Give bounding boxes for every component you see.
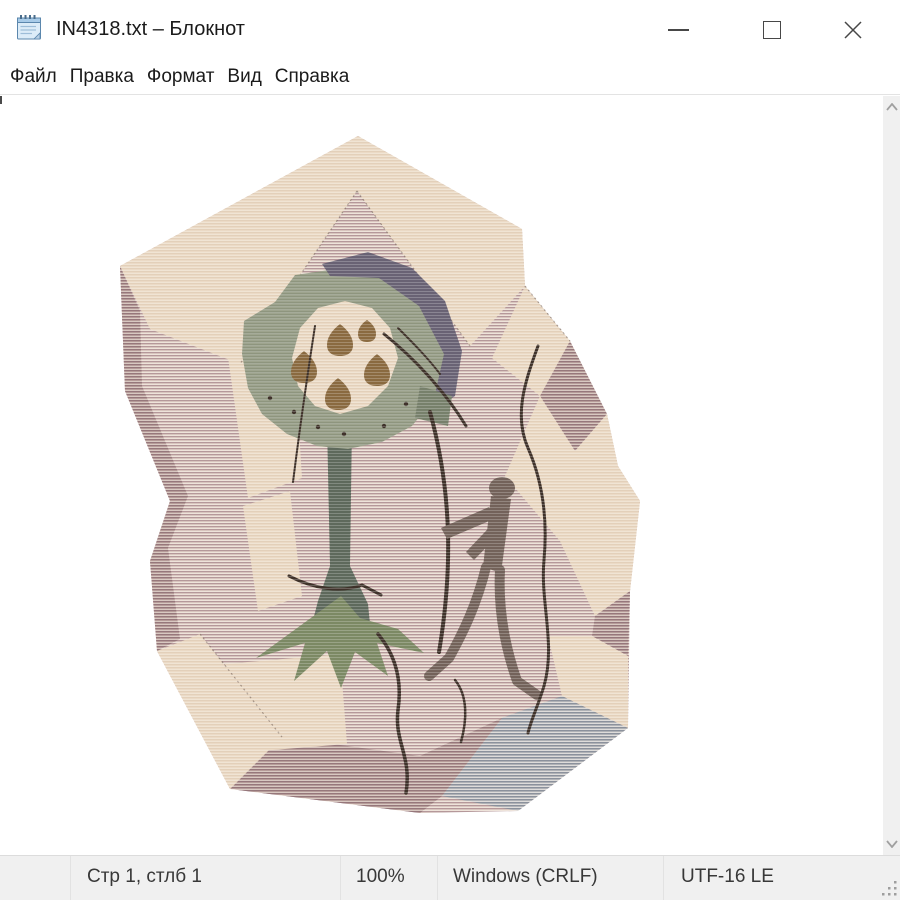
status-encoding-cell: UTF-16 LE [663,856,900,900]
ascii-artwork [0,96,883,855]
status-line-ending: Windows (CRLF) [437,856,663,900]
close-icon [840,17,866,43]
menu-item-help[interactable]: Справка [275,66,350,88]
status-spacer [0,856,70,900]
menu-item-edit[interactable]: Правка [70,66,134,88]
scanline-overlay [105,126,665,826]
minimize-button[interactable] [631,0,725,60]
maximize-icon [763,21,781,39]
text-editor-area[interactable] [0,96,883,855]
scroll-down-button[interactable] [883,835,900,853]
menu-item-file[interactable]: Файл [10,66,57,88]
status-encoding: UTF-16 LE [681,866,774,887]
status-cursor-position: Стр 1, стлб 1 [70,856,340,900]
close-button[interactable] [806,0,900,60]
menu-item-format[interactable]: Формат [147,66,215,88]
menu-bar: Файл Правка Формат Вид Справка [0,60,900,95]
status-zoom-level: 100% [340,856,437,900]
maximize-button[interactable] [725,0,819,60]
scroll-up-button[interactable] [883,98,900,116]
window-border-tick [0,96,2,104]
vertical-scrollbar[interactable] [883,96,900,855]
chevron-down-icon [886,840,898,848]
notepad-icon [14,13,44,43]
resize-grip-icon[interactable] [880,879,898,897]
chevron-up-icon [886,103,898,111]
window-title: IN4318.txt – Блокнот [56,0,245,60]
menu-item-view[interactable]: Вид [227,66,261,88]
minimize-icon [668,29,689,31]
status-bar: Стр 1, стлб 1 100% Windows (CRLF) UTF-16… [0,855,900,900]
notepad-window: IN4318.txt – Блокнот Файл Правка Формат … [0,0,900,900]
title-bar: IN4318.txt – Блокнот [0,0,900,60]
